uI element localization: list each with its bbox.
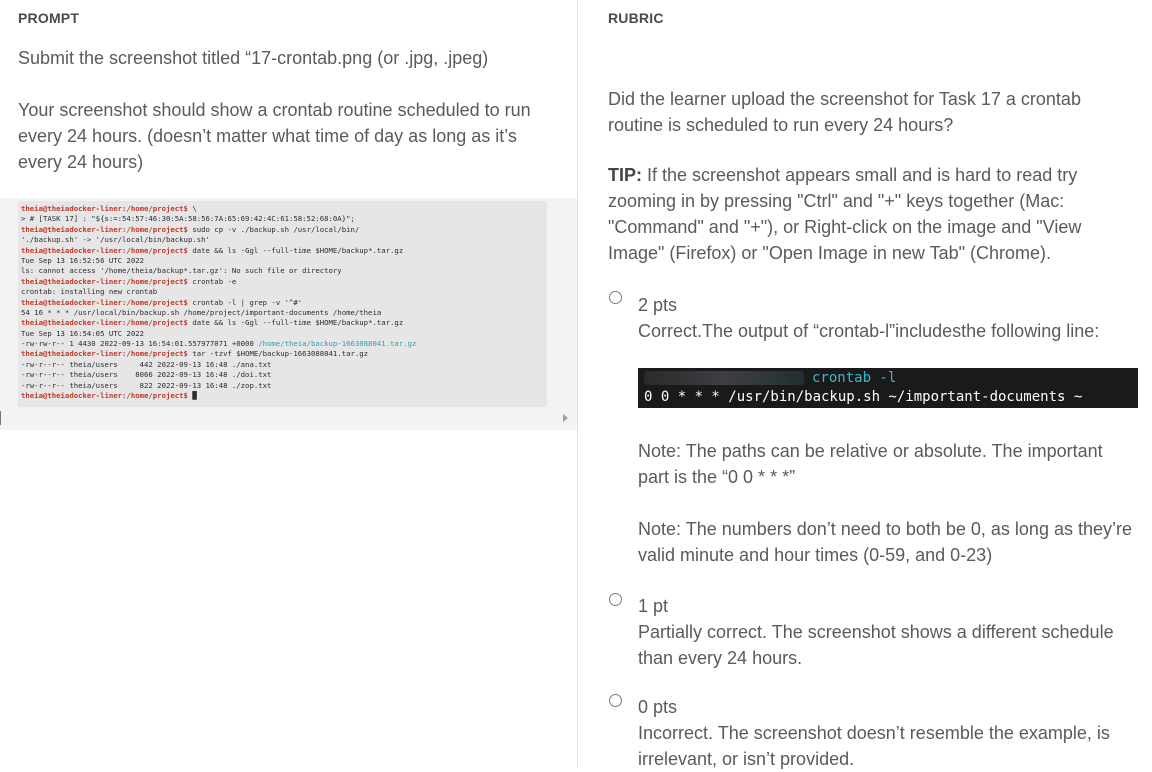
- terminal-text: date && ls -Ggl --full-time $HOME/backup…: [187, 318, 404, 328]
- rubric-question: Did the learner upload the screenshot fo…: [608, 89, 1081, 135]
- terminal-line: -rw-r--r-- theia/users 8066 2022-09-13 1…: [21, 370, 547, 380]
- option-description: Incorrect. The screenshot doesn’t resemb…: [638, 723, 1110, 769]
- screenshot-container[interactable]: theia@theiadocker-liner:/home/project$ \…: [0, 198, 577, 430]
- terminal-line: -rw-r--r-- theia/users 822 2022-09-13 16…: [21, 381, 547, 391]
- terminal-line: theia@theiadocker-liner:/home/project$ s…: [21, 225, 547, 235]
- terminal-line: theia@theiadocker-liner:/home/project$ \: [21, 204, 547, 214]
- blurred-prompt: [644, 371, 804, 385]
- terminal-text: -rw-r--r-- theia/users 822 2022-09-13 16…: [21, 380, 272, 390]
- terminal-prompt: theia@theiadocker-liner:/home/project$: [21, 318, 188, 328]
- terminal-line: theia@theiadocker-liner:/home/project$ t…: [21, 349, 547, 359]
- terminal-text: crontab: installing new crontab: [21, 287, 158, 297]
- terminal-text: Tue Sep 13 16:54:05 UTC 2022: [21, 328, 145, 338]
- option-points: 2 pts: [638, 295, 678, 315]
- tip-body: If the screenshot appears small and is h…: [608, 165, 1082, 263]
- terminal-line: theia@theiadocker-liner:/home/project$ █: [21, 391, 547, 401]
- tip-text: TIP: If the screenshot appears small and…: [608, 162, 1128, 266]
- terminal-line: theia@theiadocker-liner:/home/project$ d…: [21, 246, 547, 256]
- prompt-column: PROMPT Submit the screenshot titled “17-…: [0, 0, 578, 768]
- terminal-line: -rw-rw-r-- 1 4430 2022-09-13 16:54:01.55…: [21, 339, 547, 349]
- terminal-prompt: theia@theiadocker-liner:/home/project$: [21, 245, 188, 255]
- submit-instruction: Submit the screenshot titled “17-crontab…: [18, 48, 489, 68]
- terminal-prompt: theia@theiadocker-liner:/home/project$: [21, 224, 188, 234]
- tip-label: TIP:: [608, 165, 642, 185]
- terminal-line: theia@theiadocker-liner:/home/project$ d…: [21, 318, 547, 328]
- terminal-text: crontab -l | grep -v '^#': [187, 297, 303, 307]
- terminal-line: > # [TASK 17] : "${s:=:54:57:46:30:5A:58…: [21, 214, 547, 224]
- option-description: Partially correct. The screenshot shows …: [638, 622, 1114, 668]
- terminal-prompt: theia@theiadocker-liner:/home/project$: [21, 391, 188, 401]
- terminal-text: █: [187, 391, 197, 401]
- radio-1-pt[interactable]: [609, 593, 622, 606]
- terminal-text: './backup.sh' -> '/usr/local/bin/backup.…: [21, 235, 210, 245]
- terminal-text: -rw-r--r-- theia/users 8066 2022-09-13 1…: [21, 370, 272, 380]
- terminal-line: theia@theiadocker-liner:/home/project$ c…: [21, 298, 547, 308]
- prompt-description: Your screenshot should show a crontab ro…: [18, 100, 531, 172]
- terminal-line: theia@theiadocker-liner:/home/project$ c…: [21, 277, 547, 287]
- option-points: 1 pt: [638, 596, 669, 616]
- terminal-line: crontab: installing new crontab: [21, 287, 547, 297]
- terminal-text: date && ls -Ggl --full-time $HOME/backup…: [187, 245, 404, 255]
- option-2-pts: 2 pts Correct.The output of “crontab-l”i…: [638, 292, 1138, 344]
- terminal-prompt: theia@theiadocker-liner:/home/project$: [21, 204, 188, 213]
- terminal-prompt: theia@theiadocker-liner:/home/project$: [21, 349, 188, 359]
- example-cron-entry: 0 0 * * * /usr/bin/backup.sh ~/important…: [644, 389, 1083, 405]
- terminal-prompt: theia@theiadocker-liner:/home/project$: [21, 276, 188, 286]
- terminal-text: ls: cannot access '/home/theia/backup*.t…: [21, 266, 342, 276]
- terminal-text: crontab -e: [187, 276, 237, 286]
- terminal-text: Tue Sep 13 16:52:56 UTC 2022: [21, 255, 145, 265]
- option-1-pt: 1 pt Partially correct. The screenshot s…: [638, 593, 1138, 671]
- option-0-pts: 0 pts Incorrect. The screenshot doesn’t …: [638, 694, 1138, 772]
- rubric-heading: RUBRIC: [608, 10, 664, 26]
- note-numbers: Note: The numbers don’t need to both be …: [638, 519, 1132, 565]
- prompt-heading: PROMPT: [18, 10, 80, 26]
- option-description: Correct.The output of “crontab-l”include…: [638, 321, 1100, 341]
- scroll-right-arrow-icon[interactable]: [563, 414, 568, 422]
- terminal-screenshot[interactable]: theia@theiadocker-liner:/home/project$ \…: [18, 201, 547, 407]
- terminal-line: Tue Sep 13 16:52:56 UTC 2022: [21, 256, 547, 266]
- rubric-column: RUBRIC Did the learner upload the screen…: [578, 0, 1152, 769]
- scroll-left-edge: [0, 411, 1, 425]
- option-points: 0 pts: [638, 697, 678, 717]
- terminal-highlight: /home/theia/backup-1663088041.tar.gz: [258, 339, 417, 349]
- terminal-line: './backup.sh' -> '/usr/local/bin/backup.…: [21, 235, 547, 245]
- terminal-text: \: [187, 204, 197, 213]
- radio-2-pts[interactable]: [609, 291, 622, 304]
- terminal-line: Tue Sep 13 16:54:05 UTC 2022: [21, 329, 547, 339]
- terminal-text: tar -tzvf $HOME/backup-1663088041.tar.gz: [187, 349, 369, 359]
- radio-0-pts[interactable]: [609, 694, 622, 707]
- example-crontab-output: crontab -l 0 0 * * * /usr/bin/backup.sh …: [638, 368, 1138, 408]
- terminal-text: 54 16 * * * /usr/local/bin/backup.sh /ho…: [21, 307, 382, 317]
- example-command: crontab -l: [812, 370, 897, 386]
- terminal-line: 54 16 * * * /usr/local/bin/backup.sh /ho…: [21, 308, 547, 318]
- terminal-prompt: theia@theiadocker-liner:/home/project$: [21, 297, 188, 307]
- terminal-line: ls: cannot access '/home/theia/backup*.t…: [21, 266, 547, 276]
- terminal-text: -rw-rw-r-- 1 4430 2022-09-13 16:54:01.55…: [21, 339, 259, 349]
- terminal-text: sudo cp -v ./backup.sh /usr/local/bin/: [187, 224, 360, 234]
- terminal-line: -rw-r--r-- theia/users 442 2022-09-13 16…: [21, 360, 547, 370]
- note-paths: Note: The paths can be relative or absol…: [638, 441, 1103, 487]
- terminal-text: -rw-r--r-- theia/users 442 2022-09-13 16…: [21, 359, 272, 369]
- terminal-text: > # [TASK 17] : "${s:=:54:57:46:30:5A:58…: [21, 214, 355, 224]
